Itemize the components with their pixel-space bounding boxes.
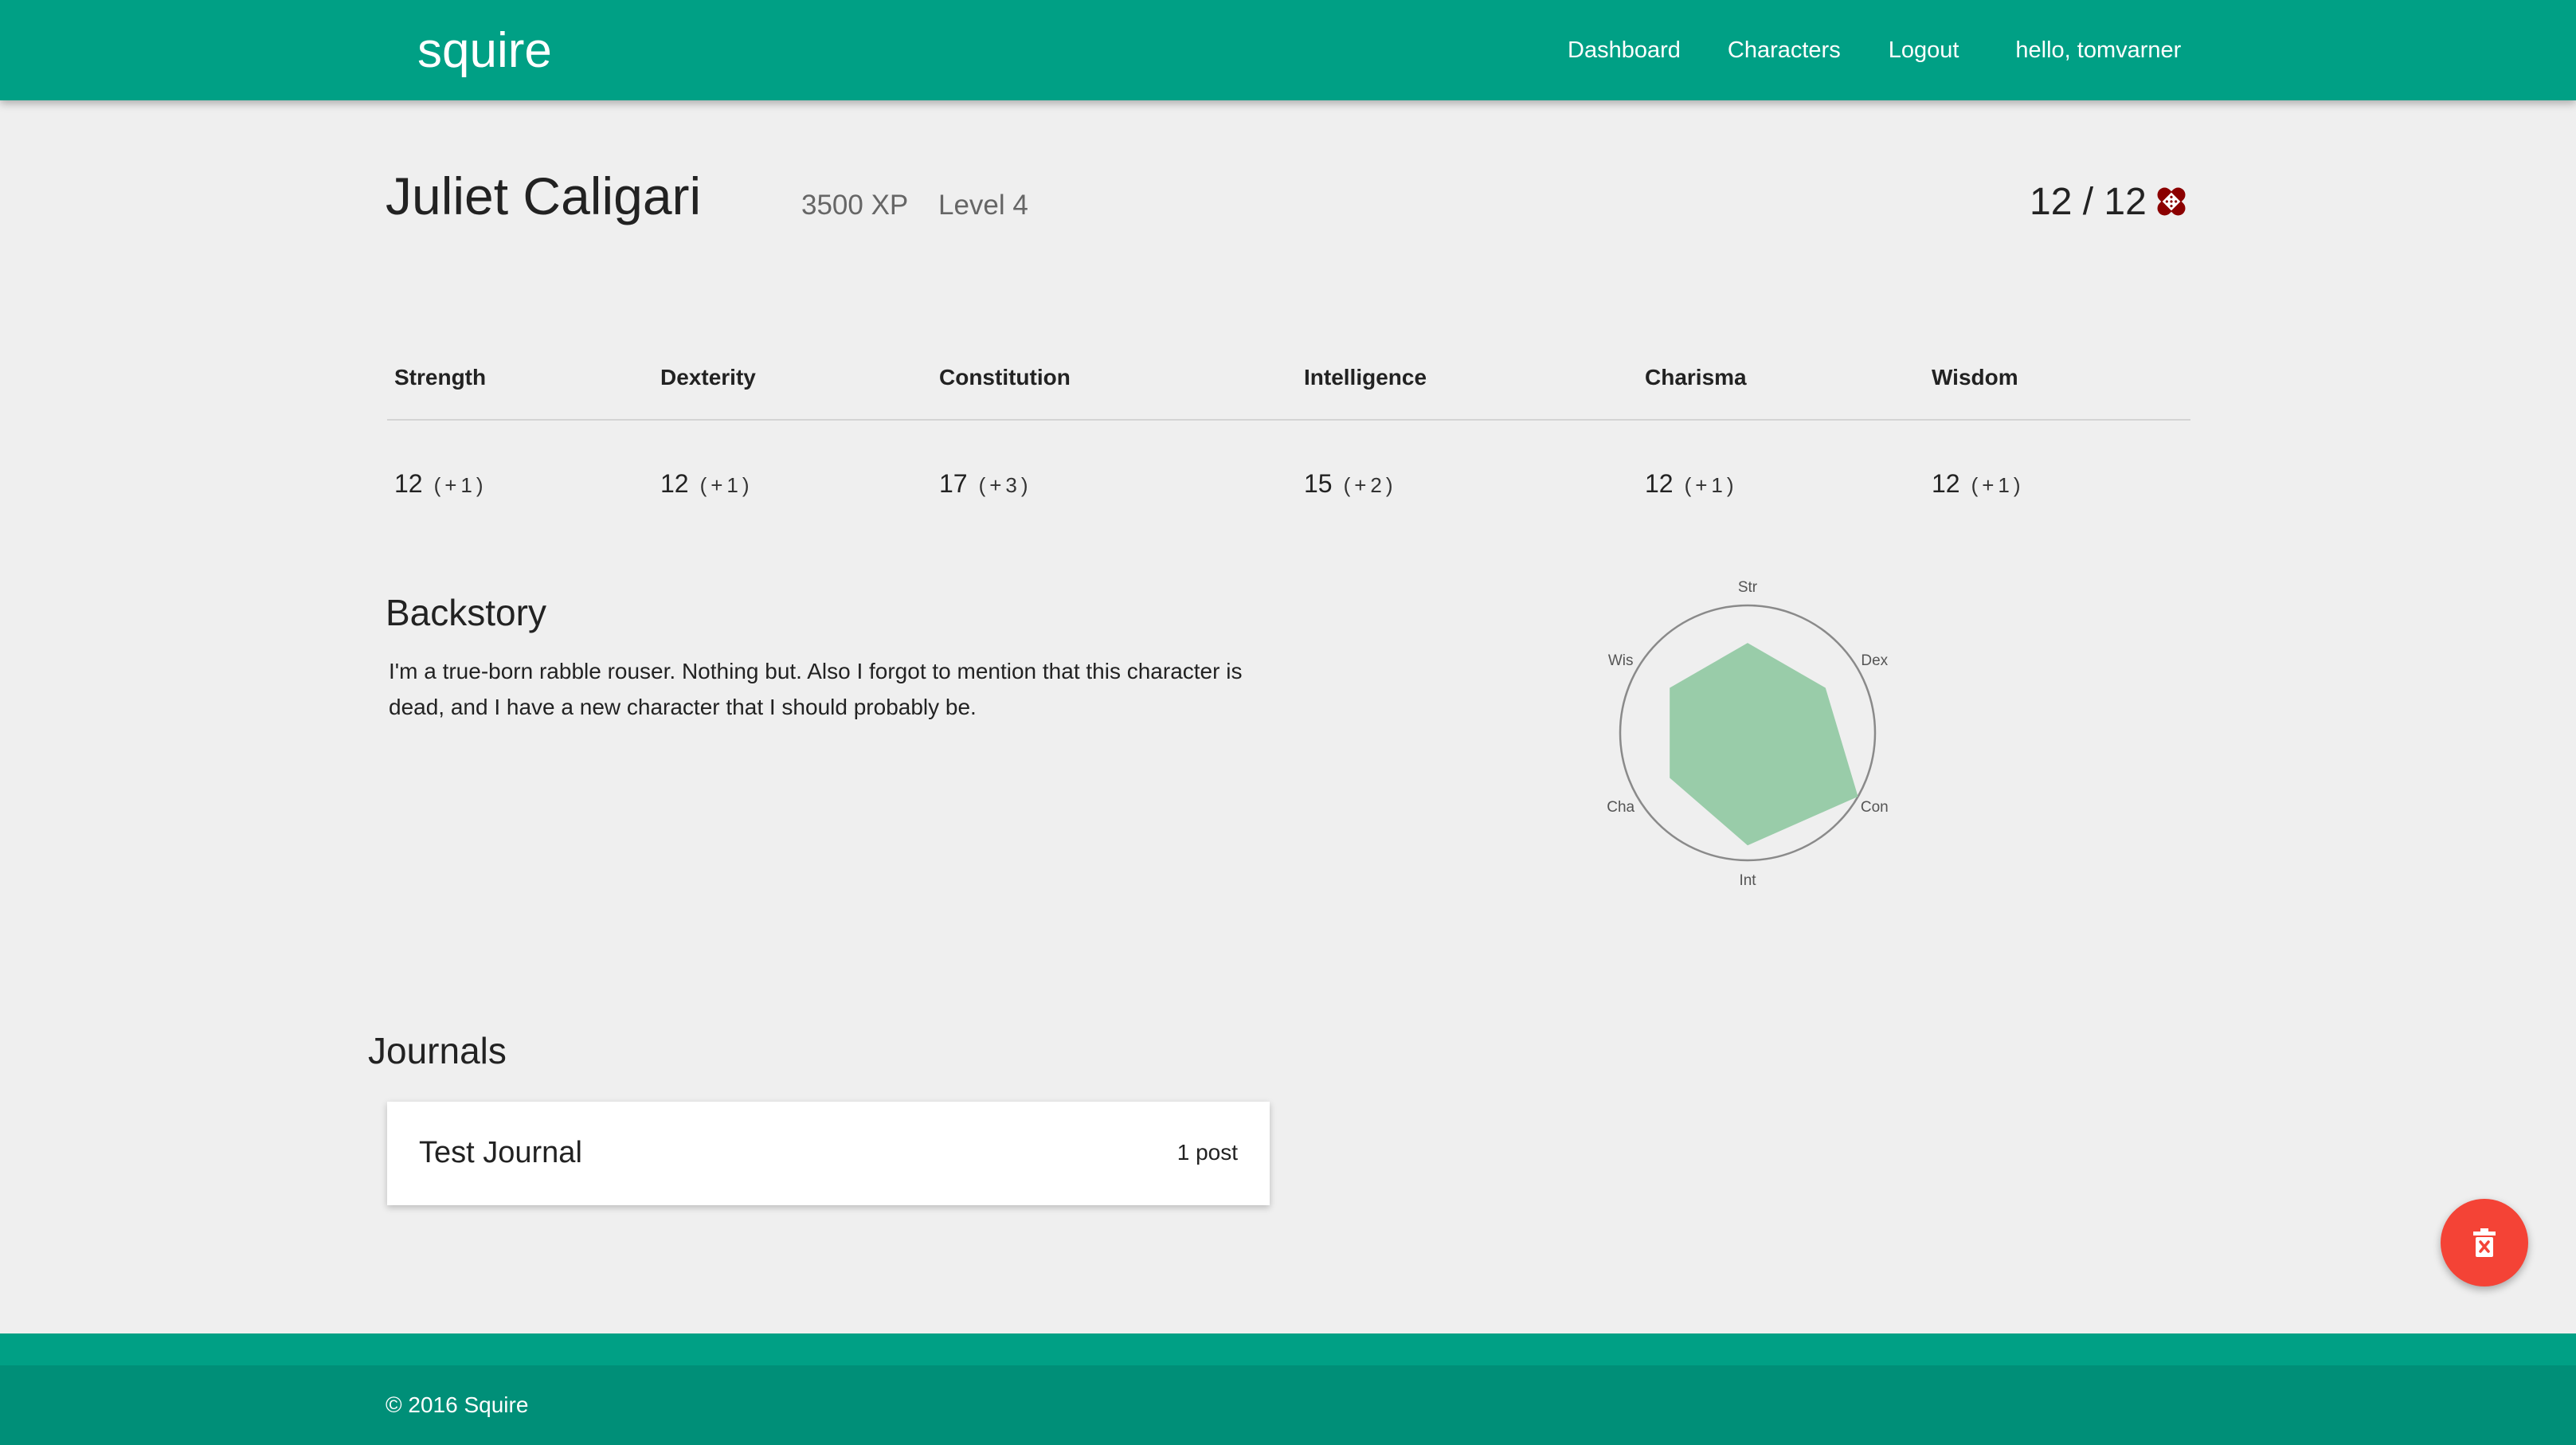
ability-modifier: (+2) xyxy=(1343,473,1397,497)
ability-value-charisma: 12 (+1) xyxy=(1645,464,1738,505)
ability-score: 12 xyxy=(660,469,689,498)
ability-value-intelligence: 15 (+2) xyxy=(1304,464,1397,505)
ability-modifier: (+3) xyxy=(978,473,1032,497)
ability-header-intelligence: Intelligence xyxy=(1304,365,1427,390)
backstory-text: I'm a true-born rabble rouser. Nothing b… xyxy=(389,659,1243,719)
ability-value-dexterity: 12 (+1) xyxy=(660,464,754,505)
ability-modifier: (+1) xyxy=(1971,473,2025,497)
nav-links: Dashboard Characters Logout hello, tomva… xyxy=(1568,30,2181,70)
radar-label-int: Int xyxy=(1739,872,1756,889)
radar-label-wis: Wis xyxy=(1608,652,1634,669)
delete-character-button[interactable] xyxy=(2441,1199,2528,1286)
ability-score: 15 xyxy=(1304,469,1333,498)
ability-score: 12 xyxy=(1932,469,1960,498)
radar-label-con: Con xyxy=(1861,799,1889,816)
character-name: Juliet Caligari xyxy=(386,166,702,225)
user-greeting[interactable]: hello, tomvarner xyxy=(2015,30,2181,70)
character-xp: 3500 XP xyxy=(801,190,909,221)
ability-header-dexterity: Dexterity xyxy=(660,365,756,390)
journal-card[interactable]: Test Journal 1 post xyxy=(387,1102,1270,1205)
footer-copyright: © 2016 Squire xyxy=(386,1392,529,1417)
journal-name: Test Journal xyxy=(419,1136,582,1169)
bandage-icon[interactable] xyxy=(2152,182,2190,221)
ability-score: 17 xyxy=(939,469,968,498)
radar-label-str: Str xyxy=(1738,579,1758,596)
journal-post-count: 1 post xyxy=(1176,1140,1238,1165)
trash-icon xyxy=(2473,1228,2496,1257)
backstory-heading: Backstory xyxy=(386,592,546,633)
ability-value-constitution: 17 (+3) xyxy=(939,464,1032,505)
radar-label-dex: Dex xyxy=(1861,652,1888,669)
nav-link-dashboard[interactable]: Dashboard xyxy=(1568,30,1681,70)
nav-link-characters[interactable]: Characters xyxy=(1728,30,1841,70)
navbar: squire Dashboard Characters Logout hello… xyxy=(0,0,2576,100)
ability-modifier: (+1) xyxy=(699,473,754,497)
ability-header-charisma: Charisma xyxy=(1645,365,1747,390)
ability-value-strength: 12 (+1) xyxy=(394,464,487,505)
ability-score: 12 xyxy=(1645,469,1674,498)
ability-score: 12 xyxy=(394,469,423,498)
ability-header-wisdom: Wisdom xyxy=(1932,365,2018,390)
table-divider xyxy=(387,419,2190,421)
footer: © 2016 Squire xyxy=(0,1365,2576,1445)
journals-heading: Journals xyxy=(368,1030,507,1071)
ability-header-constitution: Constitution xyxy=(939,365,1071,390)
radar-label-cha: Cha xyxy=(1607,799,1634,816)
radar-ability-polygon xyxy=(1670,643,1858,846)
hit-points: 12 / 12 xyxy=(2030,181,2147,223)
ability-modifier: (+1) xyxy=(1684,473,1738,497)
ability-value-wisdom: 12 (+1) xyxy=(1932,464,2025,505)
brand-logo[interactable]: squire xyxy=(417,19,552,83)
ability-header-strength: Strength xyxy=(394,365,487,390)
footer-band xyxy=(0,1333,2576,1365)
nav-link-logout[interactable]: Logout xyxy=(1889,30,1959,70)
ability-radar-chart: Str Dex Con Int Cha Wis xyxy=(1607,579,1889,889)
character-level: Level 4 xyxy=(938,190,1028,221)
ability-modifier: (+1) xyxy=(433,473,487,497)
